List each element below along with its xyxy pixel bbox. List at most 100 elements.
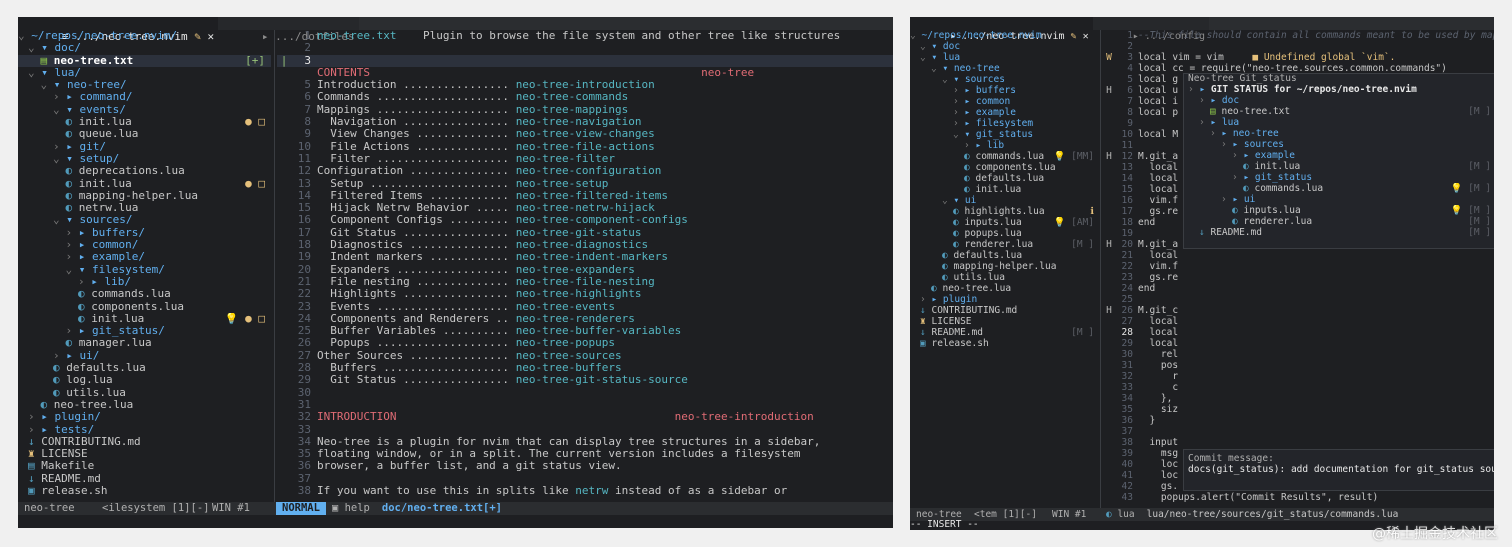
code-line[interactable]: 32 r <box>1102 371 1494 382</box>
code-line[interactable]: 26 Popups .................... neo-tree-… <box>277 337 893 350</box>
code-line[interactable]: 19 Indent markers ............ neo-tree-… <box>277 251 893 264</box>
tree-file[interactable]: ◐ components.lua <box>18 301 271 313</box>
code-line[interactable]: 23 gs.re <box>1102 272 1494 283</box>
tree-folder[interactable]: ⌄ ▾ lua <box>910 52 1100 63</box>
tab-neo-tree[interactable]: ≡ .../neo-tree.nvim ✎ ✕ <box>18 17 219 43</box>
tree-file[interactable]: ↓ CONTRIBUTING.md <box>18 436 271 448</box>
tree-folder[interactable]: › ▸ lib/ <box>18 276 271 288</box>
code-line[interactable]: 13 Setup ..................... neo-tree-… <box>277 177 893 190</box>
help-buffer[interactable]: 1 neo-tree.txt Plugin to browse the file … <box>277 30 893 506</box>
code-line[interactable]: W 3 local vim = vim ■ Undefined global `vi… <box>1102 52 1494 63</box>
commit-message-input[interactable]: docs(git_status): add documentation for … <box>1184 464 1494 475</box>
tree-file[interactable]: ♜ LICENSE <box>18 448 271 460</box>
tree-file[interactable]: ◐ defaults.lua <box>910 173 1100 184</box>
tree-file[interactable]: ◐ defaults.lua <box>910 250 1100 261</box>
code-line[interactable]: 25 Buffer Variables .......... neo-tree-… <box>277 324 893 337</box>
code-line[interactable]: 34 Neo-tree is a plugin for nvim that can… <box>277 435 893 448</box>
tree-folder[interactable]: › ▸ tests/ <box>18 424 271 436</box>
tree-file[interactable]: ♜ LICENSE <box>910 316 1100 327</box>
tree-file[interactable]: ▤ Makefile <box>18 460 271 472</box>
tree-file[interactable]: ◐ highlights.lua ℹ <box>910 206 1100 217</box>
code-line[interactable]: 24 end <box>1102 283 1494 294</box>
commit-message-float[interactable]: Commit message: docs(git_status): add do… <box>1183 449 1494 491</box>
tree-file[interactable]: ◐ commands.lua 💡 [MM] <box>910 151 1100 162</box>
code-line[interactable]: | 3 <box>277 54 893 67</box>
tree-file[interactable]: ↓ README.md <box>18 473 271 485</box>
tree-file[interactable]: ▣ release.sh <box>910 338 1100 349</box>
tree-file[interactable]: ◐ log.lua <box>18 374 271 386</box>
tree-folder[interactable]: ⌄ ▾ neo-tree <box>910 63 1100 74</box>
code-line[interactable]: 9 View Changes .............. neo-tree-v… <box>277 128 893 141</box>
tree-folder[interactable]: ⌄ ▾ filesystem/ <box>18 264 271 276</box>
tree-file[interactable]: ▤ neo-tree.txt [M ] <box>1184 106 1494 117</box>
tree-folder[interactable]: › ▸ doc <box>1184 95 1494 106</box>
tree-folder[interactable]: › ▸ neo-tree <box>1184 128 1494 139</box>
code-line[interactable]: 29 Git Status ................ neo-tree-… <box>277 374 893 387</box>
tree-file[interactable]: ◐ init.lua [M ] <box>1184 161 1494 172</box>
tree-root[interactable]: ⌄ ~/repos/neo-tree.nvim <box>910 30 1100 41</box>
code-line[interactable]: 32 INTRODUCTION neo-tree-introduction <box>277 410 893 423</box>
code-line[interactable]: 25 <box>1102 294 1494 305</box>
tree-folder[interactable]: ⌄ ▾ sources/ <box>18 214 271 226</box>
tree-file[interactable]: ◐ components.lua <box>910 162 1100 173</box>
file-tree[interactable]: ⌄ ~/repos/neo-tree.nvim ⌄ ▾ doc ⌄ ▾ lua ⌄ … <box>910 30 1100 508</box>
code-line[interactable]: 43 popups.alert("Commit Results", result… <box>1102 492 1494 503</box>
code-line[interactable]: 2 <box>1102 41 1494 52</box>
code-line[interactable]: 14 Filtered Items ............ neo-tree-… <box>277 189 893 202</box>
tree-file[interactable]: ◐ utils.lua <box>910 272 1100 283</box>
code-line[interactable]: 10 File Actions .............. neo-tree-… <box>277 140 893 153</box>
tree-file[interactable]: ▣ release.sh <box>18 485 271 497</box>
code-line[interactable]: 34 }, <box>1102 393 1494 404</box>
tree-file[interactable]: ◐ init.lua ● □ <box>18 116 271 128</box>
code-line[interactable]: CONTENTS neo-tree <box>277 67 893 79</box>
code-line[interactable]: 22 Highlights ................ neo-tree-… <box>277 287 893 300</box>
code-line[interactable]: 6 Commands .................... neo-tree-… <box>277 91 893 104</box>
tree-folder[interactable]: › ▸ lua <box>1184 117 1494 128</box>
code-line[interactable]: H 26 M.git_c <box>1102 305 1494 316</box>
tree-file[interactable]: ◐ deprecations.lua <box>18 165 271 177</box>
tree-folder[interactable]: ⌄ ▾ doc/ <box>18 42 271 54</box>
tree-file[interactable]: ◐ inputs.lua 💡 [AM] <box>910 217 1100 228</box>
code-line[interactable]: 1 --This file should contain all commands… <box>1102 30 1494 41</box>
tree-folder[interactable]: › ▸ common/ <box>18 239 271 251</box>
code-line[interactable]: 30 rel <box>1102 349 1494 360</box>
code-line[interactable]: 35 siz <box>1102 404 1494 415</box>
tree-folder[interactable]: › ▸ sources <box>1184 139 1494 150</box>
tree-file[interactable]: ◐ utils.lua <box>18 387 271 399</box>
tab-config[interactable]: ▸ .../config <box>1092 17 1210 42</box>
code-line[interactable]: 36 browser, a buffer list, and a git stat… <box>277 460 893 473</box>
code-line[interactable]: 8 Navigation ................ neo-tree-n… <box>277 115 893 128</box>
code-line[interactable]: 28 Buffers ................... neo-tree-… <box>277 361 893 374</box>
code-line[interactable]: 16 Component Configs ......... neo-tree-… <box>277 214 893 227</box>
code-line[interactable]: 36 } <box>1102 415 1494 426</box>
code-line[interactable]: 11 Filter .................... neo-tree-… <box>277 152 893 165</box>
tree-file[interactable]: ◐ popups.lua <box>910 228 1100 239</box>
tree-file[interactable]: ◐ commands.lua 💡 [M ] <box>1184 183 1494 194</box>
tree-folder[interactable]: ⌄ ▾ neo-tree/ <box>18 79 271 91</box>
code-line[interactable]: 21 File nesting .............. neo-tree-… <box>277 275 893 288</box>
tree-folder[interactable]: › ▸ buffers <box>910 85 1100 96</box>
code-line[interactable]: 21 local <box>1102 250 1494 261</box>
code-line[interactable]: 7 Mappings .................... neo-tree-… <box>277 103 893 116</box>
code-line[interactable]: 35 floating window, or in a split. The cu… <box>277 447 893 460</box>
code-line[interactable]: 5 Introduction ................ neo-tree-… <box>277 78 893 91</box>
tree-folder[interactable]: ⌄ ▾ lua/ <box>18 67 271 79</box>
tree-file[interactable]: ◐ renderer.lua [M ] <box>1184 216 1494 227</box>
code-line[interactable]: 2 <box>277 41 893 54</box>
code-line[interactable]: 1 neo-tree.txt Plugin to browse the file … <box>277 30 893 42</box>
tab-neo-tree[interactable]: ▸ .../neo-tree.nvim ✎ ✕ <box>910 17 1093 42</box>
tree-file[interactable]: ◐ init.lua ● □ <box>18 178 271 190</box>
tree-file[interactable]: ◐ manager.lua <box>18 337 271 349</box>
tree-file[interactable]: ◐ mapping-helper.lua <box>18 190 271 202</box>
code-line[interactable]: 28 local <box>1102 327 1494 338</box>
code-line[interactable]: 33 c <box>1102 382 1494 393</box>
tree-folder[interactable]: › ▸ git_status <box>1184 172 1494 183</box>
tree-folder[interactable]: › ▸ plugin <box>910 294 1100 305</box>
tree-file[interactable]: ◐ inputs.lua 💡 [M ] <box>1184 205 1494 216</box>
git-status-float[interactable]: Neo-tree Git_status › ▸ GIT STATUS for ~… <box>1183 73 1494 249</box>
tree-file[interactable]: ◐ init.lua 💡 ● □ <box>18 313 271 325</box>
tree-folder[interactable]: › ▸ ui/ <box>18 350 271 362</box>
tree-folder[interactable]: › ▸ lib <box>910 140 1100 151</box>
tree-file[interactable]: ◐ init.lua <box>910 184 1100 195</box>
code-line[interactable]: 17 Git Status ................ neo-tree-… <box>277 226 893 239</box>
